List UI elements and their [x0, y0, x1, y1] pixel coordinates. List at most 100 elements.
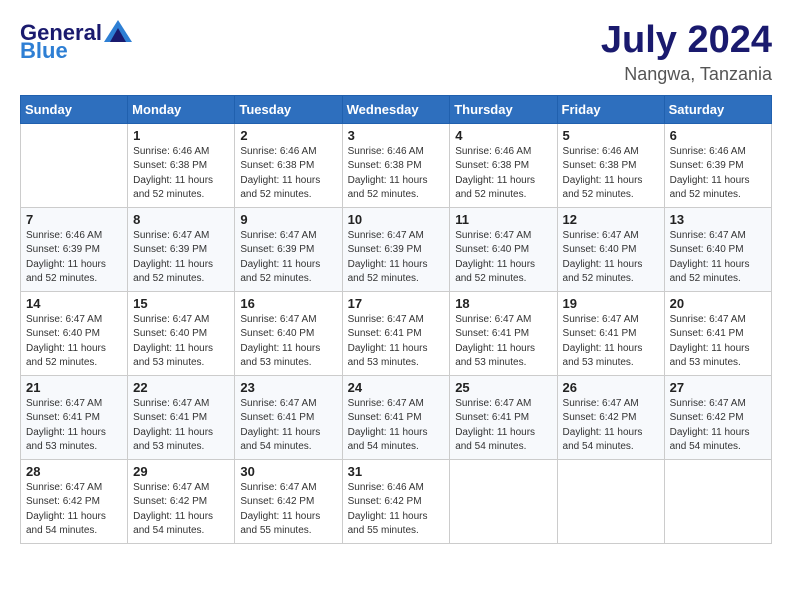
weekday-header: Tuesday — [235, 95, 342, 123]
day-detail: Sunrise: 6:47 AM Sunset: 6:42 PM Dayligh… — [133, 481, 229, 539]
calendar-cell: 22 Sunrise: 6:47 AM Sunset: 6:41 PM Dayli… — [128, 375, 235, 459]
calendar-cell: 23Sunrise: 6:47 AM Sunset: 6:41 PM Dayli… — [235, 375, 342, 459]
day-number: 16 — [240, 296, 336, 311]
day-number: 31 — [348, 464, 445, 479]
day-detail: Sunrise: 6:46 AM Sunset: 6:38 PM Dayligh… — [563, 145, 659, 203]
calendar-week-row: 28 Sunrise: 6:47 AM Sunset: 6:42 PM Dayli… — [21, 459, 772, 543]
day-number: 21 — [26, 380, 122, 395]
day-number: 9 — [240, 212, 336, 227]
calendar-cell: 30Sunrise: 6:47 AM Sunset: 6:42 PM Dayli… — [235, 459, 342, 543]
day-number: 28 — [26, 464, 122, 479]
day-number: 4 — [455, 128, 551, 143]
day-number: 5 — [563, 128, 659, 143]
day-number: 26 — [563, 380, 659, 395]
calendar-cell: 3Sunrise: 6:46 AM Sunset: 6:38 PM Daylig… — [342, 123, 450, 207]
day-number: 22 — [133, 380, 229, 395]
day-number: 19 — [563, 296, 659, 311]
calendar-cell: 1Sunrise: 6:46 AM Sunset: 6:38 PM Daylig… — [128, 123, 235, 207]
calendar-cell: 19 Sunrise: 6:47 AM Sunset: 6:41 PM Dayli… — [557, 291, 664, 375]
weekday-header: Monday — [128, 95, 235, 123]
weekday-header: Friday — [557, 95, 664, 123]
day-number: 3 — [348, 128, 445, 143]
calendar-cell: 8Sunrise: 6:47 AM Sunset: 6:39 PM Daylig… — [128, 207, 235, 291]
day-detail: Sunrise: 6:46 AM Sunset: 6:39 PM Dayligh… — [26, 229, 122, 287]
day-detail: Sunrise: 6:47 AM Sunset: 6:41 PM Dayligh… — [348, 397, 445, 455]
calendar-week-row: 21 Sunrise: 6:47 AM Sunset: 6:41 PM Dayli… — [21, 375, 772, 459]
weekday-header: Sunday — [21, 95, 128, 123]
weekday-header-row: SundayMondayTuesdayWednesdayThursdayFrid… — [21, 95, 772, 123]
day-detail: Sunrise: 6:47 AM Sunset: 6:40 PM Dayligh… — [133, 313, 229, 371]
day-detail: Sunrise: 6:47 AM Sunset: 6:40 PM Dayligh… — [26, 313, 122, 371]
day-detail: Sunrise: 6:47 AM Sunset: 6:41 PM Dayligh… — [348, 313, 445, 371]
day-detail: Sunrise: 6:47 AM Sunset: 6:40 PM Dayligh… — [240, 313, 336, 371]
day-detail: Sunrise: 6:47 AM Sunset: 6:41 PM Dayligh… — [455, 397, 551, 455]
calendar-week-row: 7 Sunrise: 6:46 AM Sunset: 6:39 PM Daylig… — [21, 207, 772, 291]
day-number: 14 — [26, 296, 122, 311]
location-title: Nangwa, Tanzania — [601, 64, 772, 85]
day-detail: Sunrise: 6:47 AM Sunset: 6:39 PM Dayligh… — [133, 229, 229, 287]
calendar-table: SundayMondayTuesdayWednesdayThursdayFrid… — [20, 95, 772, 544]
calendar-cell: 9 Sunrise: 6:47 AM Sunset: 6:39 PM Daylig… — [235, 207, 342, 291]
calendar-cell: 24Sunrise: 6:47 AM Sunset: 6:41 PM Dayli… — [342, 375, 450, 459]
day-detail: Sunrise: 6:47 AM Sunset: 6:42 PM Dayligh… — [670, 397, 766, 455]
day-number: 11 — [455, 212, 551, 227]
calendar-cell: 20 Sunrise: 6:47 AM Sunset: 6:41 PM Dayli… — [664, 291, 771, 375]
day-detail: Sunrise: 6:47 AM Sunset: 6:41 PM Dayligh… — [455, 313, 551, 371]
logo: General Blue — [20, 20, 132, 64]
day-number: 20 — [670, 296, 766, 311]
calendar-cell: 21 Sunrise: 6:47 AM Sunset: 6:41 PM Dayli… — [21, 375, 128, 459]
day-detail: Sunrise: 6:47 AM Sunset: 6:40 PM Dayligh… — [670, 229, 766, 287]
day-number: 13 — [670, 212, 766, 227]
logo-blue: Blue — [20, 38, 68, 64]
calendar-cell: 13 Sunrise: 6:47 AM Sunset: 6:40 PM Dayli… — [664, 207, 771, 291]
month-title: July 2024 — [601, 20, 772, 62]
calendar-cell: 5 Sunrise: 6:46 AM Sunset: 6:38 PM Daylig… — [557, 123, 664, 207]
day-detail: Sunrise: 6:46 AM Sunset: 6:38 PM Dayligh… — [240, 145, 336, 203]
day-detail: Sunrise: 6:47 AM Sunset: 6:41 PM Dayligh… — [563, 313, 659, 371]
day-number: 7 — [26, 212, 122, 227]
calendar-cell: 16 Sunrise: 6:47 AM Sunset: 6:40 PM Dayli… — [235, 291, 342, 375]
day-detail: Sunrise: 6:47 AM Sunset: 6:41 PM Dayligh… — [240, 397, 336, 455]
day-number: 6 — [670, 128, 766, 143]
calendar-cell — [450, 459, 557, 543]
day-number: 15 — [133, 296, 229, 311]
calendar-cell — [21, 123, 128, 207]
calendar-cell: 17 Sunrise: 6:47 AM Sunset: 6:41 PM Dayli… — [342, 291, 450, 375]
weekday-header: Thursday — [450, 95, 557, 123]
calendar-cell — [664, 459, 771, 543]
day-number: 17 — [348, 296, 445, 311]
logo-icon — [104, 20, 132, 42]
day-detail: Sunrise: 6:46 AM Sunset: 6:39 PM Dayligh… — [670, 145, 766, 203]
calendar-cell — [557, 459, 664, 543]
page-header: General Blue July 2024 Nangwa, Tanzania — [20, 20, 772, 85]
day-detail: Sunrise: 6:47 AM Sunset: 6:40 PM Dayligh… — [563, 229, 659, 287]
day-detail: Sunrise: 6:47 AM Sunset: 6:41 PM Dayligh… — [670, 313, 766, 371]
day-number: 10 — [348, 212, 445, 227]
day-number: 1 — [133, 128, 229, 143]
day-detail: Sunrise: 6:47 AM Sunset: 6:39 PM Dayligh… — [240, 229, 336, 287]
day-detail: Sunrise: 6:46 AM Sunset: 6:42 PM Dayligh… — [348, 481, 445, 539]
day-detail: Sunrise: 6:47 AM Sunset: 6:39 PM Dayligh… — [348, 229, 445, 287]
calendar-cell: 25Sunrise: 6:47 AM Sunset: 6:41 PM Dayli… — [450, 375, 557, 459]
day-detail: Sunrise: 6:47 AM Sunset: 6:42 PM Dayligh… — [563, 397, 659, 455]
calendar-cell: 14 Sunrise: 6:47 AM Sunset: 6:40 PM Dayli… — [21, 291, 128, 375]
calendar-cell: 4 Sunrise: 6:46 AM Sunset: 6:38 PM Daylig… — [450, 123, 557, 207]
day-number: 30 — [240, 464, 336, 479]
day-number: 29 — [133, 464, 229, 479]
calendar-cell: 28 Sunrise: 6:47 AM Sunset: 6:42 PM Dayli… — [21, 459, 128, 543]
day-number: 18 — [455, 296, 551, 311]
calendar-cell: 18 Sunrise: 6:47 AM Sunset: 6:41 PM Dayli… — [450, 291, 557, 375]
day-detail: Sunrise: 6:47 AM Sunset: 6:41 PM Dayligh… — [133, 397, 229, 455]
weekday-header: Saturday — [664, 95, 771, 123]
calendar-week-row: 14 Sunrise: 6:47 AM Sunset: 6:40 PM Dayli… — [21, 291, 772, 375]
day-number: 2 — [240, 128, 336, 143]
day-detail: Sunrise: 6:47 AM Sunset: 6:42 PM Dayligh… — [26, 481, 122, 539]
day-detail: Sunrise: 6:46 AM Sunset: 6:38 PM Dayligh… — [455, 145, 551, 203]
calendar-cell: 29 Sunrise: 6:47 AM Sunset: 6:42 PM Dayli… — [128, 459, 235, 543]
weekday-header: Wednesday — [342, 95, 450, 123]
day-detail: Sunrise: 6:47 AM Sunset: 6:40 PM Dayligh… — [455, 229, 551, 287]
day-number: 27 — [670, 380, 766, 395]
calendar-cell: 31 Sunrise: 6:46 AM Sunset: 6:42 PM Dayli… — [342, 459, 450, 543]
day-detail: Sunrise: 6:47 AM Sunset: 6:41 PM Dayligh… — [26, 397, 122, 455]
calendar-week-row: 1 Sunrise: 6:46 AM Sunset: 6:38 PM Daylig… — [21, 123, 772, 207]
